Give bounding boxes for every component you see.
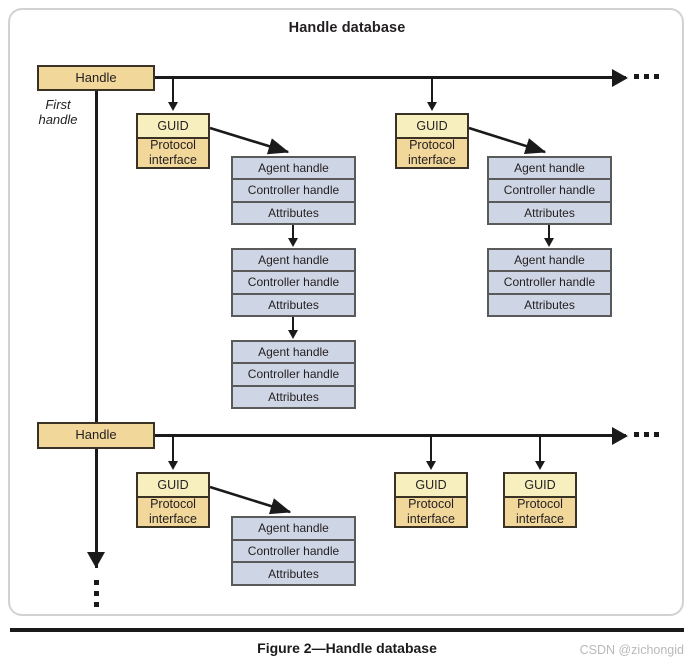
- handle-list-vertical-line: [95, 91, 98, 568]
- handle-label: Handle: [75, 69, 117, 85]
- first-handle-annotation: First handle: [28, 97, 88, 128]
- controller-handle-row: Controller handle: [489, 180, 610, 203]
- controller-handle-row: Controller handle: [489, 272, 610, 295]
- handle-2-spine-arrowhead: [612, 426, 628, 445]
- figure-root: Handle database Handle First handle GUID…: [0, 0, 694, 667]
- handle-1-spine: [155, 76, 626, 79]
- agent-handle-row: Agent handle: [233, 158, 354, 181]
- open-protocol-record[interactable]: Agent handle Controller handle Attribute…: [231, 516, 356, 586]
- protocol-interface-label: Protocol interface: [396, 497, 466, 526]
- attributes-row: Attributes: [233, 386, 354, 407]
- protocol-interface-line1: Protocol: [517, 497, 563, 512]
- attributes-row: Attributes: [233, 563, 354, 585]
- handle-2-protocol-3-arrowhead: [535, 461, 545, 470]
- protocol-interface-line2: interface: [408, 153, 456, 167]
- open-protocol-record[interactable]: Agent handle Controller handle Attribute…: [231, 156, 356, 225]
- first-handle-annotation-line1: First: [45, 97, 71, 112]
- watermark-text: CSDN @zichongid: [579, 643, 684, 657]
- protocol-interface-line2: interface: [149, 512, 197, 526]
- open-protocol-record[interactable]: Agent handle Controller handle Attribute…: [487, 156, 612, 225]
- controller-handle-row: Controller handle: [233, 272, 354, 295]
- controller-handle-row: Controller handle: [233, 364, 354, 387]
- handle-2-protocol-3-droplink: [539, 434, 541, 462]
- controller-handle-row: Controller handle: [233, 180, 354, 203]
- protocol-entry-1-2[interactable]: GUID Protocol interface: [395, 113, 469, 169]
- protocol-entry-2-1[interactable]: GUID Protocol interface: [136, 472, 210, 528]
- guid-label: GUID: [397, 115, 467, 139]
- caption-divider: [10, 628, 684, 632]
- diagram-title: Handle database: [288, 20, 406, 36]
- handle-2-protocol-2-arrowhead: [426, 461, 436, 470]
- handle-box-1[interactable]: Handle: [37, 65, 155, 91]
- handle-list-arrowhead: [87, 552, 105, 568]
- handle-1-spine-arrowhead: [612, 68, 628, 87]
- open-protocol-record[interactable]: Agent handle Controller handle Attribute…: [487, 248, 612, 317]
- record-link-1-1-a-arrowhead: [288, 238, 298, 247]
- agent-handle-row: Agent handle: [233, 342, 354, 365]
- attributes-row: Attributes: [233, 202, 354, 223]
- handle-1-protocol-1-droplink: [172, 76, 174, 103]
- handle-2-protocol-1-arrowhead: [168, 461, 178, 470]
- first-handle-annotation-line2: handle: [38, 111, 78, 127]
- protocol-interface-line2: interface: [516, 512, 564, 526]
- handle-1-protocol-2-arrowhead: [427, 102, 437, 111]
- protocol-interface-line1: Protocol: [150, 497, 196, 512]
- handle-1-protocol-2-droplink: [431, 76, 433, 103]
- protocol-entry-2-3[interactable]: GUID Protocol interface: [503, 472, 577, 528]
- agent-handle-row: Agent handle: [233, 250, 354, 273]
- guid-label: GUID: [505, 474, 575, 498]
- handle-1-protocol-1-arrowhead: [168, 102, 178, 111]
- protocol-interface-label: Protocol interface: [138, 497, 208, 526]
- controller-handle-row: Controller handle: [233, 540, 354, 564]
- protocol-interface-line2: interface: [149, 153, 197, 167]
- handle-label: Handle: [75, 427, 117, 443]
- agent-handle-row: Agent handle: [489, 250, 610, 273]
- attributes-row: Attributes: [233, 294, 354, 315]
- guid-label: GUID: [138, 115, 208, 139]
- agent-handle-row: Agent handle: [489, 158, 610, 181]
- guid-label: GUID: [138, 474, 208, 498]
- handle-2-protocol-2-droplink: [430, 434, 432, 462]
- handle-2-protocol-1-droplink: [172, 434, 174, 462]
- guid-label: GUID: [396, 474, 466, 498]
- protocol-interface-label: Protocol interface: [505, 497, 575, 526]
- handle-2-spine: [155, 434, 626, 437]
- protocol-interface-line2: interface: [407, 512, 455, 526]
- open-protocol-record[interactable]: Agent handle Controller handle Attribute…: [231, 248, 356, 317]
- protocol-interface-line1: Protocol: [409, 138, 455, 153]
- protocol-interface-label: Protocol interface: [138, 138, 208, 167]
- attributes-row: Attributes: [489, 202, 610, 223]
- record-link-1-1-b-arrowhead: [288, 330, 298, 339]
- record-link-1-2-a-arrowhead: [544, 238, 554, 247]
- handle-list-continuation-dots: [94, 580, 99, 607]
- protocol-entry-2-2[interactable]: GUID Protocol interface: [394, 472, 468, 528]
- protocol-interface-line1: Protocol: [150, 138, 196, 153]
- handle-2-continuation-dots: [634, 432, 659, 437]
- protocol-interface-line1: Protocol: [408, 497, 454, 512]
- attributes-row: Attributes: [489, 294, 610, 315]
- handle-box-2[interactable]: Handle: [37, 422, 155, 449]
- open-protocol-record[interactable]: Agent handle Controller handle Attribute…: [231, 340, 356, 409]
- protocol-entry-1-1[interactable]: GUID Protocol interface: [136, 113, 210, 169]
- agent-handle-row: Agent handle: [233, 518, 354, 541]
- handle-1-continuation-dots: [634, 74, 659, 79]
- protocol-interface-label: Protocol interface: [397, 138, 467, 167]
